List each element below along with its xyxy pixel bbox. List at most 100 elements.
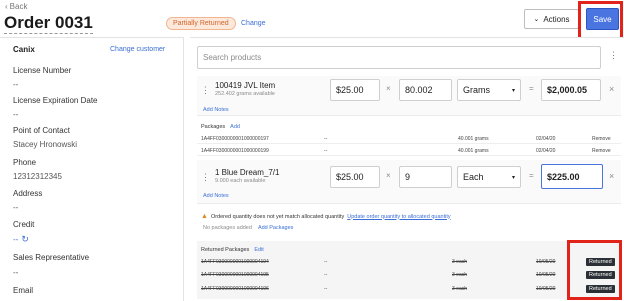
kebab-menu-icon[interactable]: ⋮ xyxy=(609,50,618,61)
package-dash: -- xyxy=(324,136,328,142)
back-link[interactable]: ‹ Back xyxy=(5,2,27,11)
price-value: $25.00 xyxy=(336,172,364,182)
returned-package-id: 1A4FF0300000001000004194 xyxy=(201,259,269,265)
package-id: 1A4FF0300000001000000197 xyxy=(201,136,269,142)
chevron-left-icon: ‹ xyxy=(5,2,8,11)
warning-text: Ordered quantity does not yet match allo… xyxy=(210,213,345,220)
address-label: Address xyxy=(13,189,43,198)
remove-item-icon[interactable]: × xyxy=(609,84,614,94)
package-id: 1A4FF0300000001000000199 xyxy=(201,148,269,154)
equals-icon: = xyxy=(529,171,534,180)
chevron-down-icon: ▾ xyxy=(511,87,515,94)
returned-package-dash: -- xyxy=(324,272,328,278)
status-badge: Partially Returned xyxy=(166,17,236,30)
unit-value: Each xyxy=(463,172,484,182)
quantity-warning: ▲ Ordered quantity does not yet match al… xyxy=(201,213,451,220)
returned-package-qty: 3 each xyxy=(452,286,468,292)
license-number-value: -- xyxy=(13,80,19,89)
quantity-input[interactable]: 9 xyxy=(399,166,452,188)
unit-select[interactable]: Grams ▾ xyxy=(457,79,521,101)
page-title: Order 0031 xyxy=(4,13,93,34)
packages-label: Packages xyxy=(201,124,226,130)
address-value: -- xyxy=(13,203,19,212)
remove-item-icon[interactable]: × xyxy=(609,171,614,181)
search-placeholder: Search products xyxy=(203,53,262,62)
price-value: $25.00 xyxy=(336,85,364,95)
phone-label: Phone xyxy=(13,158,37,167)
package-date: 02/04/20 xyxy=(536,136,556,142)
returned-package-qty: 3 each xyxy=(452,272,468,278)
price-input[interactable]: $25.00 xyxy=(330,166,380,188)
returned-highlight-box xyxy=(567,240,622,300)
chevron-down-icon: ▾ xyxy=(511,174,515,181)
returned-package-date: 10/05/20 xyxy=(536,259,556,265)
warning-icon: ▲ xyxy=(201,213,208,220)
returned-header: Returned Packages Edit xyxy=(201,247,264,253)
line-total-value: $225.00 xyxy=(547,171,580,182)
item-available: 9.000 each available xyxy=(215,178,266,184)
drag-handle-icon[interactable]: ⋮ xyxy=(201,172,210,183)
no-packages-row: No packages added Add Packages xyxy=(203,225,293,231)
no-packages-text: No packages added xyxy=(203,225,252,231)
search-input[interactable]: Search products xyxy=(197,46,601,69)
save-label: Save xyxy=(593,14,612,24)
item-name: 100419 JVL Item xyxy=(215,81,276,90)
package-date: 02/04/20 xyxy=(536,148,556,154)
actions-label: Actions xyxy=(543,14,570,24)
line-total-input[interactable]: $2,000.05 xyxy=(541,79,601,101)
returned-package-id: 1A4FF0300000001000004195 xyxy=(201,272,269,278)
point-of-contact-label: Point of Contact xyxy=(13,126,70,135)
save-button[interactable]: Save xyxy=(586,8,619,30)
packages-header: Packages Add xyxy=(201,124,240,130)
add-packages-link[interactable]: Add Packages xyxy=(258,225,293,231)
package-qty: 40.001 grams xyxy=(458,148,489,154)
add-package-link[interactable]: Add xyxy=(230,124,240,130)
back-label: Back xyxy=(9,2,28,11)
returned-package-id: 1A4FF0300000001000004196 xyxy=(201,286,269,292)
returned-package-dash: -- xyxy=(324,286,328,292)
sales-rep-label: Sales Representative xyxy=(13,253,90,262)
quantity-value: 80.002 xyxy=(405,85,433,95)
returned-package-date: 10/05/20 xyxy=(536,286,556,292)
license-number-label: License Number xyxy=(13,66,72,75)
package-dash: -- xyxy=(324,148,328,154)
remove-package-link[interactable]: Remove xyxy=(592,148,611,154)
equals-icon: = xyxy=(529,84,534,93)
item-available: 252.402 grams available xyxy=(215,91,275,97)
change-customer-link[interactable]: Change customer xyxy=(110,46,165,53)
unit-value: Grams xyxy=(463,85,490,95)
credit-value-row: -- ↻ xyxy=(13,234,29,245)
license-expiration-label: License Expiration Date xyxy=(13,96,98,105)
edit-returned-link[interactable]: Edit xyxy=(254,247,263,253)
email-label: Email xyxy=(13,286,34,295)
add-notes-link[interactable]: Add Notes xyxy=(203,193,229,199)
actions-button[interactable]: ⌄ Actions xyxy=(524,9,579,29)
customer-name: Canix xyxy=(13,45,35,54)
quantity-value: 9 xyxy=(405,172,411,182)
quantity-input[interactable]: 80.002 xyxy=(399,79,452,101)
license-expiration-value: -- xyxy=(13,110,19,119)
phone-value: 12312312345 xyxy=(13,172,62,181)
credit-label: Credit xyxy=(13,220,35,229)
returned-label: Returned Packages xyxy=(201,247,250,253)
sales-rep-value: -- xyxy=(13,268,19,277)
line-total-input[interactable]: $225.00 xyxy=(541,164,603,189)
returned-package-qty: 3 each xyxy=(452,259,468,265)
change-status-link[interactable]: Change xyxy=(241,20,266,27)
item-name: 1 Blue Dream_7/1 xyxy=(215,168,280,177)
refresh-icon[interactable]: ↻ xyxy=(21,234,29,245)
multiply-icon: × xyxy=(386,171,391,180)
point-of-contact-value: Stacey Hronowski xyxy=(13,140,78,149)
line-total-value: $2,000.05 xyxy=(547,85,588,95)
credit-value: -- xyxy=(13,235,19,244)
multiply-icon: × xyxy=(386,84,391,93)
add-notes-link[interactable]: Add Notes xyxy=(203,107,229,113)
unit-select[interactable]: Each ▾ xyxy=(457,166,521,188)
update-quantity-link[interactable]: Update order quantity to allocated quant… xyxy=(347,214,450,220)
returned-package-date: 10/05/20 xyxy=(536,272,556,278)
drag-handle-icon[interactable]: ⋮ xyxy=(201,85,210,96)
price-input[interactable]: $25.00 xyxy=(330,79,380,101)
package-qty: 40.001 grams xyxy=(458,136,489,142)
remove-package-link[interactable]: Remove xyxy=(592,136,611,142)
returned-package-dash: -- xyxy=(324,259,328,265)
